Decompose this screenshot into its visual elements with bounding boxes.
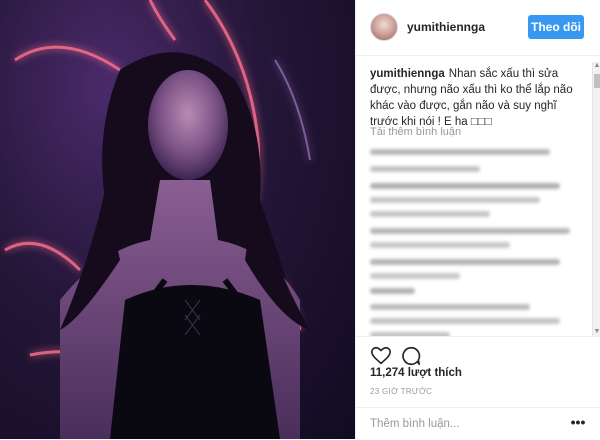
list-item [370,149,550,155]
likes-count[interactable]: 11,274 lượt thích [370,367,462,379]
scroll-down-arrow-icon[interactable]: ▼ [593,328,600,336]
post-header: yumithiennga Theo dõi [356,0,600,56]
list-item [370,242,510,248]
list-item [370,259,560,265]
post-side-panel: yumithiennga Theo dõi yumithiennga Nhan s… [355,0,600,439]
list-item [370,228,570,234]
list-item [370,166,480,172]
instagram-post-viewer: yumithiennga Theo dõi yumithiennga Nhan s… [0,0,600,439]
comments-scrollbar[interactable]: ▲ ▼ [592,62,600,336]
add-comment-bar: ••• [356,407,600,440]
comment-bubble-icon[interactable] [400,345,422,367]
follow-button[interactable]: Theo dõi [528,15,584,39]
list-item [370,288,415,294]
more-options-icon[interactable]: ••• [570,415,586,432]
list-item [370,211,490,217]
post-actions: 11,274 lượt thích 23 GIỜ TRƯỚC ••• [356,336,600,439]
load-more-comments-link[interactable]: Tải thêm bình luận [370,126,461,138]
avatar[interactable] [370,13,398,41]
list-item [370,197,540,203]
list-item [370,183,560,189]
caption-username[interactable]: yumithiennga [370,68,445,80]
comment-input[interactable] [370,416,550,432]
list-item [370,318,560,324]
photo-illustration [4,0,311,439]
scroll-up-arrow-icon[interactable]: ▲ [593,62,600,70]
post-caption: yumithiennga Nhan sắc xấu thì sửa được, n… [370,66,578,130]
list-item [370,273,460,279]
scroll-thumb[interactable] [594,74,600,88]
post-photo[interactable] [0,0,355,439]
list-item [370,304,530,310]
heart-icon[interactable] [370,345,392,367]
comments-section: yumithiennga Nhan sắc xấu thì sửa được, n… [356,56,600,336]
username-link[interactable]: yumithiennga [407,20,485,34]
post-timestamp[interactable]: 23 GIỜ TRƯỚC [370,387,432,396]
